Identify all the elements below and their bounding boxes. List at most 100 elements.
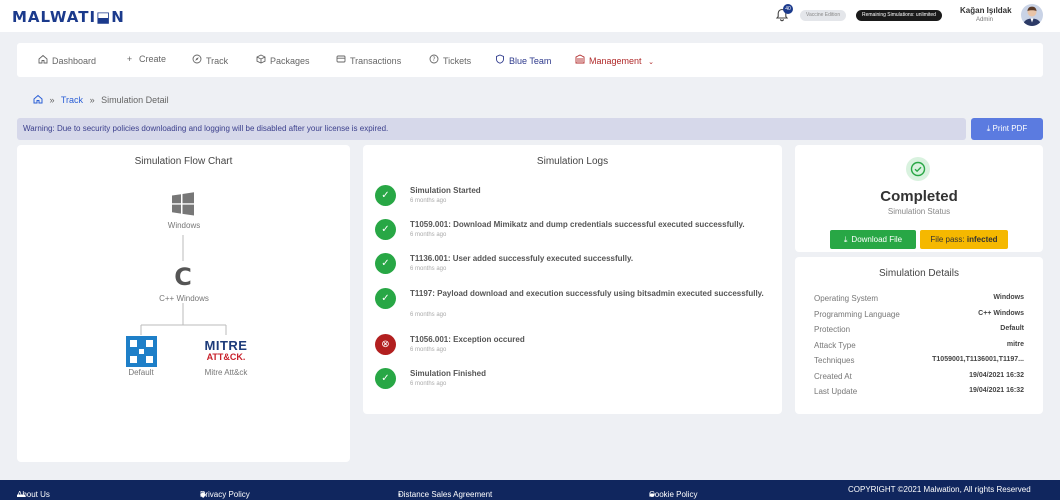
check-icon: ✓ (375, 185, 396, 206)
box-icon (255, 54, 266, 66)
log-text: Simulation Started (410, 186, 481, 195)
log-text: T1136.001: User added successfuly execut… (410, 254, 634, 263)
flow-os-label: Windows (167, 221, 201, 230)
detail-value: Default (1000, 325, 1024, 332)
print-pdf-label: Print PDF (992, 124, 1028, 133)
compass-icon (191, 54, 202, 66)
home-icon (37, 54, 48, 66)
edition-badge: Vaccine Edition (800, 10, 847, 21)
detail-key: Attack Type (814, 340, 856, 350)
check-icon: ✓ (375, 368, 396, 389)
detail-value: C++ Windows (978, 309, 1024, 317)
mitre-logo-top: MITRE (204, 338, 248, 353)
help-icon: ? (428, 54, 439, 66)
notification-badge: 40 (783, 4, 793, 14)
nav-packages[interactable]: Packages (255, 54, 310, 66)
avatar-image (1023, 6, 1041, 26)
log-time: 6 months ago (410, 266, 447, 272)
breadcrumb-current: Simulation Detail (101, 95, 169, 105)
c-language-icon: C (174, 263, 192, 291)
log-text: Simulation Finished (410, 369, 487, 378)
flow-attack-label: Mitre Att&ck (204, 368, 248, 377)
nav-label: Track (206, 56, 229, 66)
shield-icon (494, 54, 505, 66)
license-warning: Warning: Due to security policies downlo… (17, 118, 966, 140)
nav-tickets[interactable]: ? Tickets (428, 54, 471, 66)
check-icon: ✓ (375, 288, 396, 309)
building-icon (574, 54, 585, 66)
detail-key: Protection (814, 325, 851, 334)
log-text: T1197: Payload download and execution su… (410, 289, 764, 298)
nav-dashboard[interactable]: Dashboard (37, 54, 96, 66)
top-bar: MALWATI⬓N 40 Vaccine Edition Remaining S… (0, 0, 1060, 32)
detail-key: Operating System (814, 294, 879, 303)
completed-check-icon (906, 157, 930, 181)
chevron-down-icon: ⌄ (648, 59, 654, 66)
detail-key: Created At (814, 371, 852, 381)
detail-value: 19/04/2021 16:32 (969, 387, 1024, 394)
breadcrumb-separator: » (89, 95, 95, 105)
flow-language-label: C++ Windows (159, 294, 209, 303)
logo[interactable]: MALWATI⬓N (12, 8, 125, 26)
nav-blue-team[interactable]: Blue Team (494, 54, 551, 66)
log-text: T1056.001: Exception occured (410, 335, 525, 344)
flow-chart-card: Simulation Flow Chart Windows C C++ Wind… (17, 145, 350, 462)
nav-label: Dashboard (52, 56, 97, 66)
file-pass-value: infected (966, 235, 998, 244)
main-nav: Dashboard + Create Track Packages Transac… (17, 43, 1043, 77)
file-pass-label: File pass: (930, 235, 965, 244)
error-icon: ⊗ (375, 334, 396, 355)
card-icon (335, 54, 346, 66)
status-title: Completed (880, 188, 958, 205)
footer-distance-label: Distance Sales Agreement (398, 490, 493, 499)
nav-create[interactable]: + Create (124, 54, 166, 64)
download-icon: ⤓ (986, 124, 991, 133)
detail-value: T1059001,T1136001,T1197... (932, 356, 1024, 363)
nav-management[interactable]: Management ⌄ (574, 54, 654, 66)
detail-value: Windows (993, 294, 1024, 301)
log-time: 6 months ago (410, 198, 447, 204)
nav-track[interactable]: Track (191, 54, 228, 66)
footer-about-label: About Us (17, 490, 50, 499)
default-protection-icon (126, 336, 157, 367)
download-file-label: Download File (851, 235, 903, 244)
status-subtitle: Simulation Status (887, 207, 951, 216)
nav-transactions[interactable]: Transactions (335, 54, 401, 66)
nav-label: Tickets (443, 56, 472, 66)
detail-key: Last Update (814, 387, 858, 396)
log-time: 6 months ago (410, 347, 447, 353)
nav-label: Create (139, 54, 167, 64)
nav-label: Management (589, 56, 642, 66)
breadcrumb-separator: » (49, 95, 55, 105)
footer-copyright: COPYRIGHT ©2021 Malwation, All rights Re… (848, 485, 1031, 494)
footer: ▬ About Us ◆ Privacy Policy ▪ Distance S… (0, 480, 1060, 500)
home-icon[interactable] (33, 94, 43, 105)
mitre-logo-bottom: ATT&CK. (206, 352, 246, 362)
footer-privacy-label: Privacy Policy (200, 490, 250, 499)
breadcrumb-track-link[interactable]: Track (61, 95, 83, 105)
avatar[interactable] (1021, 4, 1043, 26)
breadcrumb: » Track » Simulation Detail (33, 94, 169, 105)
detail-key: Techniques (814, 356, 855, 365)
user-name[interactable]: Kağan Işıldak (960, 6, 1012, 15)
check-icon: ✓ (375, 219, 396, 240)
logs-title: Simulation Logs (536, 156, 609, 167)
download-icon: ⤓ (843, 235, 848, 244)
detail-value: mitre (1006, 340, 1024, 348)
log-text: T1059.001: Download Mimikatz and dump cr… (410, 220, 745, 229)
windows-icon (172, 192, 194, 216)
nav-label: Transactions (350, 56, 402, 66)
simulation-logs-card: Simulation Logs ✓ Simulation Started 6 mon… (363, 145, 782, 414)
detail-key: Programming Language (814, 309, 900, 319)
plus-icon: + (126, 54, 133, 64)
log-time: 6 months ago (410, 312, 447, 318)
download-file-button[interactable]: ⤓ Download File (830, 230, 916, 249)
file-pass-badge: File pass: infected (920, 230, 1008, 249)
check-icon: ✓ (375, 253, 396, 274)
print-pdf-button[interactable]: ⤓ Print PDF (971, 118, 1043, 140)
log-time: 6 months ago (410, 381, 447, 387)
nav-label: Packages (270, 56, 310, 66)
nav-label: Blue Team (509, 56, 552, 66)
detail-value: 19/04/2021 16:32 (969, 371, 1024, 379)
footer-cookie-label: Cookie Policy (649, 490, 698, 499)
